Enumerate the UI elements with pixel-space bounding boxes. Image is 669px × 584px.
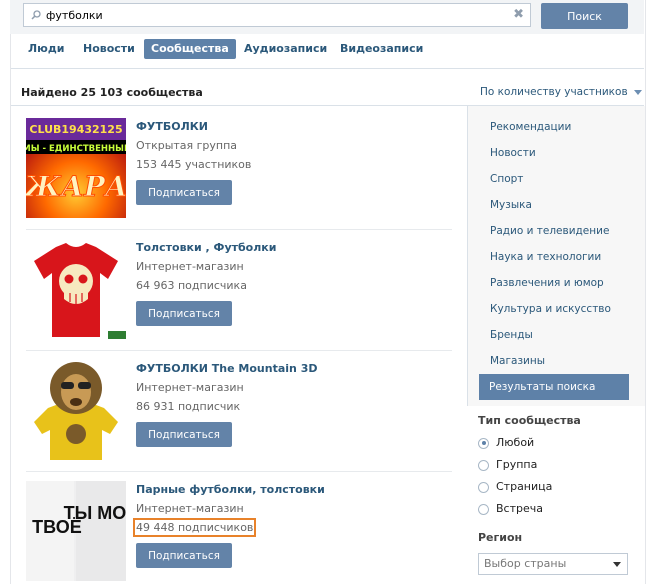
member-count: 49 448 подписчиков [132, 518, 257, 537]
radio-label: Группа [496, 458, 538, 471]
clear-icon[interactable]: ✖ [513, 8, 524, 21]
avatar-image: CLUB19432125 МЫ - ЕДИНСТВЕННЫЕ ЖАРА [26, 118, 126, 204]
divider [26, 350, 452, 351]
avatar-right-text: ТЫ МОЁ [64, 503, 126, 523]
lion-tshirt-image [34, 362, 118, 460]
community-type: Интернет-магазин [136, 502, 244, 515]
divider [26, 229, 452, 230]
search-field[interactable]: ✖ [23, 3, 531, 27]
sidebar-item-recommendations[interactable]: Рекомендации [468, 114, 629, 140]
sidebar-item-sport[interactable]: Спорт [468, 166, 629, 192]
subscribe-button[interactable]: Подписаться [136, 422, 232, 447]
category-sidebar: Рекомендации Новости Спорт Музыка Радио … [467, 106, 645, 406]
results-count: Найдено 25 103 сообщества [21, 86, 203, 99]
sidebar-item-science[interactable]: Наука и технологии [468, 244, 629, 270]
tab-people[interactable]: Люди [21, 39, 71, 59]
radio-event[interactable]: Встреча [478, 501, 543, 517]
subscribe-button[interactable]: Подписаться [136, 543, 232, 568]
sidebar-item-news[interactable]: Новости [468, 140, 629, 166]
radio-label: Страница [496, 480, 553, 493]
chevron-down-icon [613, 562, 621, 567]
tab-audio[interactable]: Аудиозаписи [237, 39, 334, 59]
sort-label: По количеству участников [480, 86, 628, 98]
search-icon [31, 10, 41, 20]
country-select-value: Выбор страны [484, 557, 567, 570]
sidebar-item-music[interactable]: Музыка [468, 192, 629, 218]
community-title[interactable]: ФУТБОЛКИ [136, 120, 208, 133]
divider [11, 68, 644, 69]
community-title[interactable]: Парные футболки, толстовки [136, 483, 325, 496]
list-item: ФУТБОЛКИ The Mountain 3D Интернет-магази… [26, 360, 452, 460]
member-count: 64 963 подписчика [136, 279, 247, 292]
avatar-club-text: CLUB19432125 [29, 123, 122, 136]
radio-label: Встреча [496, 502, 543, 515]
radio-page[interactable]: Страница [478, 479, 552, 495]
sidebar-item-culture[interactable]: Культура и искусство [468, 296, 629, 322]
community-type-title: Тип сообщества [478, 414, 581, 427]
radio-checked-icon [478, 437, 489, 449]
radio-empty-icon [478, 459, 489, 471]
sidebar-item-entertainment[interactable]: Развлечения и юмор [468, 270, 629, 296]
tab-video[interactable]: Видеозаписи [333, 39, 430, 59]
sidebar-item-shops[interactable]: Магазины [468, 348, 629, 374]
sidebar-item-brands[interactable]: Бренды [468, 322, 629, 348]
tab-news[interactable]: Новости [76, 39, 142, 59]
community-avatar[interactable] [26, 239, 126, 339]
list-item: Толстовки , Футболки Интернет-магазин 64… [26, 239, 452, 339]
search-button[interactable]: Поиск [541, 3, 628, 29]
community-avatar[interactable] [26, 360, 126, 460]
country-select[interactable]: Выбор страны [478, 553, 628, 575]
avatar-big-text: ЖАРА [26, 170, 126, 203]
sort-dropdown[interactable]: По количеству участников [480, 86, 642, 98]
community-title[interactable]: Толстовки , Футболки [136, 241, 276, 254]
subscribe-button[interactable]: Подписаться [136, 301, 232, 326]
community-type: Интернет-магазин [136, 381, 244, 394]
subscribe-button[interactable]: Подписаться [136, 180, 232, 205]
sidebar-item-search-results[interactable]: Результаты поиска [479, 374, 629, 400]
list-item: CLUB19432125 МЫ - ЕДИНСТВЕННЫЕ ЖАРА ФУТБ… [26, 118, 452, 218]
community-avatar[interactable]: CLUB19432125 МЫ - ЕДИНСТВЕННЫЕ ЖАРА [26, 118, 126, 218]
search-input[interactable] [46, 6, 506, 24]
radio-label: Любой [496, 436, 535, 449]
avatar-slogan-text: МЫ - ЕДИНСТВЕННЫЕ [26, 144, 126, 154]
radio-any[interactable]: Любой [478, 435, 534, 451]
list-item: Я ТВОЁ ТЫ МОЁ Парные футболки, толстовки… [26, 481, 452, 581]
member-count: 86 931 подписчик [136, 400, 241, 413]
tab-communities[interactable]: Сообщества [144, 39, 236, 59]
region-title: Регион [478, 531, 523, 544]
divider [26, 471, 452, 472]
sidebar-item-radio-tv[interactable]: Радио и телевидение [468, 218, 629, 244]
tshirt-image [34, 243, 126, 339]
member-count: 153 445 участников [136, 158, 252, 171]
radio-group[interactable]: Группа [478, 457, 537, 473]
radio-empty-icon [478, 503, 489, 515]
chevron-down-icon [633, 89, 642, 95]
community-type: Открытая группа [136, 139, 238, 152]
community-title[interactable]: ФУТБОЛКИ The Mountain 3D [136, 362, 317, 375]
radio-empty-icon [478, 481, 489, 493]
community-type: Интернет-магазин [136, 260, 244, 273]
community-avatar[interactable]: Я ТВОЁ ТЫ МОЁ [26, 481, 126, 581]
couple-tshirt-image: Я ТВОЁ ТЫ МОЁ [26, 481, 126, 581]
